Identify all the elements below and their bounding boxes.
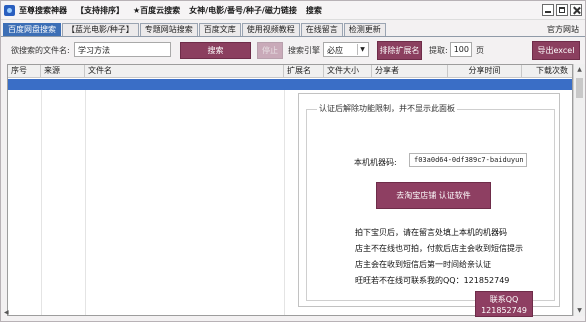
minimize-icon[interactable] (542, 4, 554, 16)
tab-topic-sites[interactable]: 专题网站搜索 (139, 23, 198, 36)
close-icon[interactable] (570, 4, 582, 16)
tab-baidu-wenku[interactable]: 百度文库 (198, 23, 241, 36)
app-window: 至尊搜索神器 【支持排序】 ★百度云搜索 女神/电影/番号/种子/磁力链接 搜索… (0, 0, 586, 322)
engine-select[interactable]: 必应 ▼ (323, 42, 369, 57)
search-button[interactable]: 搜索 (180, 42, 251, 59)
vertical-scrollbar[interactable]: ▲ ▼ (573, 64, 585, 316)
table-header: 序号 来源 文件名 扩展名 文件大小 分享者 分享时间 下载次数 (8, 65, 572, 78)
column-header-filename[interactable]: 文件名 (85, 65, 284, 78)
machine-code-field[interactable]: f03a0d64-0df389c7-baiduyun (409, 153, 527, 167)
scroll-up-icon[interactable]: ▲ (574, 64, 585, 75)
maximize-icon[interactable] (556, 4, 568, 16)
page-count-input[interactable]: 100 (450, 42, 472, 57)
column-header-index[interactable]: 序号 (8, 65, 41, 78)
title-search[interactable]: 搜索 (306, 5, 322, 16)
column-header-share-time[interactable]: 分享时间 (448, 65, 522, 78)
exclude-extension-button[interactable]: 排除扩展名 (377, 41, 422, 60)
contact-qq-number: 121852749 (481, 306, 527, 315)
contact-qq-label: 联系QQ (489, 295, 519, 304)
instruction-line: 拍下宝贝后，请在留言处填上本机的机器码 (355, 228, 507, 237)
tab-online-message[interactable]: 在线留言 (300, 23, 343, 36)
instruction-line: 旺旺若不在线可联系我的QQ：121852749 (355, 276, 510, 285)
app-logo-icon (4, 4, 15, 16)
table-row-selected[interactable] (8, 79, 572, 90)
title-category-search[interactable]: 女神/电影/番号/种子/磁力链接 (189, 5, 297, 16)
machine-code-label: 本机机器码: (354, 158, 397, 167)
scroll-left-icon[interactable]: ◀ (4, 309, 9, 316)
scroll-thumb[interactable] (576, 78, 583, 98)
tab-bar: 百度网盘搜索 【蓝光电影/种子】 专题网站搜索 百度文库 使用视频教程 在线留言… (1, 22, 585, 37)
chevron-down-icon[interactable]: ▼ (357, 44, 367, 55)
column-header-filesize[interactable]: 文件大小 (324, 65, 372, 78)
export-excel-button[interactable]: 导出excel (532, 41, 580, 60)
search-label: 欲搜索的文件名: (11, 46, 70, 55)
taobao-store-button[interactable]: 去淘宝店铺 认证软件 (376, 182, 491, 209)
column-divider (284, 90, 285, 315)
tab-video-tutorial[interactable]: 使用视频教程 (241, 23, 300, 36)
activation-legend: 认证后解除功能限制，并不显示此面板 (317, 103, 457, 114)
fetch-label: 提取: (429, 46, 448, 55)
title-app-name: 至尊搜索神器 (19, 5, 67, 15)
title-menu: 至尊搜索神器 【支持排序】 ★百度云搜索 女神/电影/番号/种子/磁力链接 搜索 (19, 5, 331, 16)
title-baidu-search[interactable]: ★百度云搜索 (133, 5, 180, 16)
official-site-link[interactable]: 官方网站 (547, 24, 579, 35)
engine-label: 搜索引擎 (288, 46, 320, 55)
column-header-downloads[interactable]: 下载次数 (522, 65, 572, 78)
instruction-line: 店主会在收到短信后第一时间给亲认证 (355, 260, 491, 269)
contact-qq-button[interactable]: 联系QQ 121852749 (475, 291, 533, 317)
stop-button[interactable]: 停止 (257, 42, 283, 59)
title-bar: 至尊搜索神器 【支持排序】 ★百度云搜索 女神/电影/番号/种子/磁力链接 搜索 (1, 1, 585, 20)
title-sort-support: 【支持排序】 (76, 5, 124, 15)
tab-check-update[interactable]: 检测更新 (343, 23, 386, 36)
page-unit-label: 页 (476, 46, 484, 55)
search-input[interactable]: 学习方法 (74, 42, 171, 57)
column-divider (85, 90, 86, 315)
column-header-extension[interactable]: 扩展名 (284, 65, 324, 78)
scroll-down-icon[interactable]: ▼ (574, 305, 585, 316)
engine-value: 必应 (327, 46, 343, 55)
tab-bluray-movies[interactable]: 【蓝光电影/种子】 (62, 23, 139, 36)
column-divider (41, 90, 42, 315)
instruction-line: 店主不在线也可拍，付款后店主会收到短信提示 (355, 244, 523, 253)
tab-baidu-pan-search[interactable]: 百度网盘搜索 (3, 23, 61, 36)
search-toolbar: 欲搜索的文件名: 学习方法 搜索 停止 搜索引擎 必应 ▼ 排除扩展名 提取: … (1, 38, 585, 62)
column-header-source[interactable]: 来源 (41, 65, 85, 78)
activation-panel: 本机机器码: f03a0d64-0df389c7-baiduyun 去淘宝店铺 … (298, 93, 560, 317)
column-header-sharer[interactable]: 分享者 (372, 65, 448, 78)
window-controls (540, 4, 582, 16)
activation-group: 本机机器码: f03a0d64-0df389c7-baiduyun 去淘宝店铺 … (306, 109, 555, 317)
